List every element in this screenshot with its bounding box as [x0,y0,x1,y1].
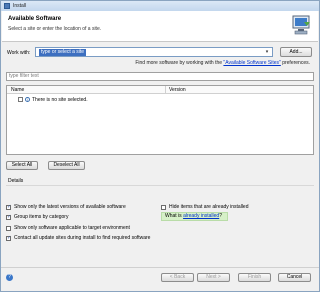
work-with-label: Work with: [7,50,31,56]
app-icon [4,3,10,9]
install-wizard-icon [292,15,310,35]
installed-suffix: ? [219,213,222,219]
contact-update-sites-checkbox[interactable] [6,235,11,241]
software-table: Name Version i There is no site selected… [6,85,314,155]
back-button[interactable]: < Back [161,273,194,282]
option-target-environment[interactable]: Show only software applicable to target … [6,225,130,231]
cancel-button[interactable]: Cancel [278,273,311,282]
window-title: Install [13,3,27,9]
option-group-by-category[interactable]: Group items by category [6,214,68,220]
row-checkbox[interactable] [18,97,23,102]
what-is-installed-text: What is already installed? [161,212,228,221]
row-name: There is no site selected. [32,97,88,103]
finish-button[interactable]: Finish [238,273,271,282]
details-label: Details [8,178,24,184]
latest-versions-checkbox[interactable] [6,204,11,210]
target-environment-checkbox[interactable] [6,225,11,231]
add-site-button[interactable]: Add... [280,47,312,57]
wizard-banner: Available Software Select a site or ente… [2,11,318,42]
already-installed-link[interactable]: already installed [183,213,219,219]
table-header: Name Version [7,86,313,94]
option-label: Show only the latest versions of availab… [14,204,126,210]
option-label: Show only software applicable to target … [14,225,130,231]
page-description: Select a site or enter the location of a… [8,26,102,32]
option-label: Contact all update sites during install … [14,235,151,241]
title-bar: Install [1,1,319,11]
help-icon[interactable]: ? [6,274,13,281]
column-header-name[interactable]: Name [11,87,24,93]
chevron-down-icon[interactable]: ▾ [263,49,271,56]
column-header-version[interactable]: Version [169,87,186,93]
option-hide-installed[interactable]: Hide items that are already installed [161,204,249,210]
table-row[interactable]: i There is no site selected. [7,96,313,104]
installed-prefix: What is [165,213,184,219]
find-more-suffix: preferences. [280,60,310,66]
column-divider [165,86,166,94]
site-combo-box[interactable]: type or select a site ▾ [35,47,273,57]
filter-input[interactable]: type filter text [6,72,314,81]
info-icon: i [25,97,30,102]
details-area [6,185,314,199]
site-combo-value[interactable]: type or select a site [39,49,87,56]
deselect-all-button[interactable]: Deselect All [48,161,85,170]
next-button[interactable]: Next > [197,273,230,282]
footer-separator [1,267,319,268]
install-window: Install Available Software Select a site… [0,0,320,292]
available-software-sites-link[interactable]: "Available Software Sites" [223,60,280,66]
page-title: Available Software [8,16,62,22]
option-latest-versions[interactable]: Show only the latest versions of availab… [6,204,126,210]
option-label: Hide items that are already installed [169,204,249,210]
select-all-button[interactable]: Select All [6,161,38,170]
option-contact-update-sites[interactable]: Contact all update sites during install … [6,235,150,241]
group-by-category-checkbox[interactable] [6,214,11,220]
hide-installed-checkbox[interactable] [161,204,166,210]
find-more-prefix: Find more software by working with the [135,60,224,66]
option-label: Group items by category [14,214,69,220]
find-more-text: Find more software by working with the "… [135,60,310,66]
